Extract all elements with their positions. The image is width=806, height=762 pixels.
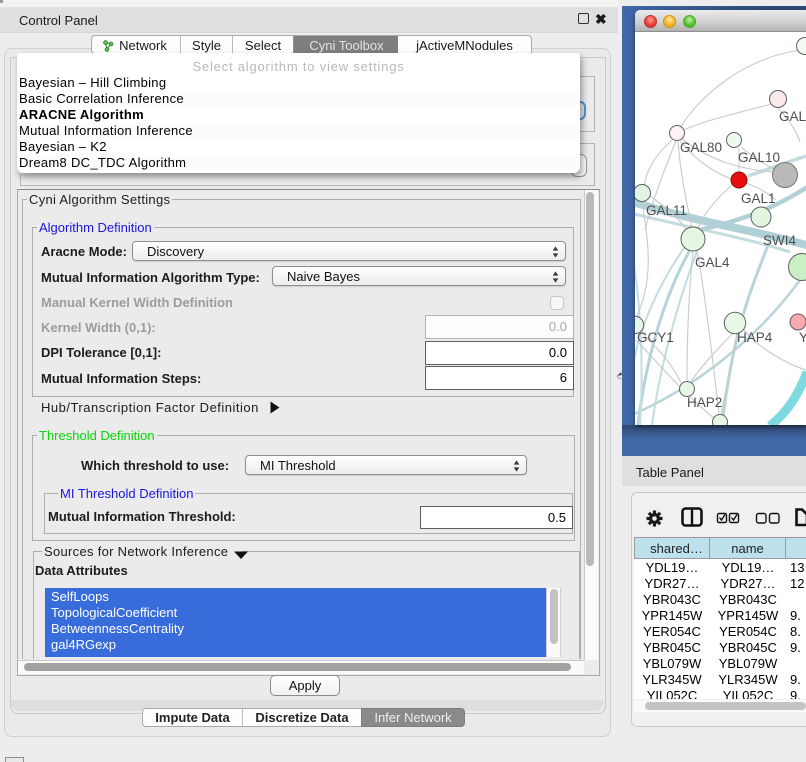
- svg-text:HAP4: HAP4: [737, 330, 773, 345]
- svg-text:GCY1: GCY1: [637, 330, 674, 345]
- svg-text:GAL1: GAL1: [741, 191, 776, 206]
- svg-text:GAL2: GAL2: [779, 109, 806, 124]
- svg-text:GAL80: GAL80: [680, 140, 722, 155]
- svg-text:GAL10: GAL10: [738, 150, 780, 165]
- svg-text:GAL11: GAL11: [646, 203, 687, 218]
- svg-text:HAP2: HAP2: [687, 395, 722, 410]
- svg-text:GAL4: GAL4: [695, 255, 730, 270]
- svg-text:SWI4: SWI4: [763, 233, 796, 248]
- svg-text:Y: Y: [799, 330, 806, 345]
